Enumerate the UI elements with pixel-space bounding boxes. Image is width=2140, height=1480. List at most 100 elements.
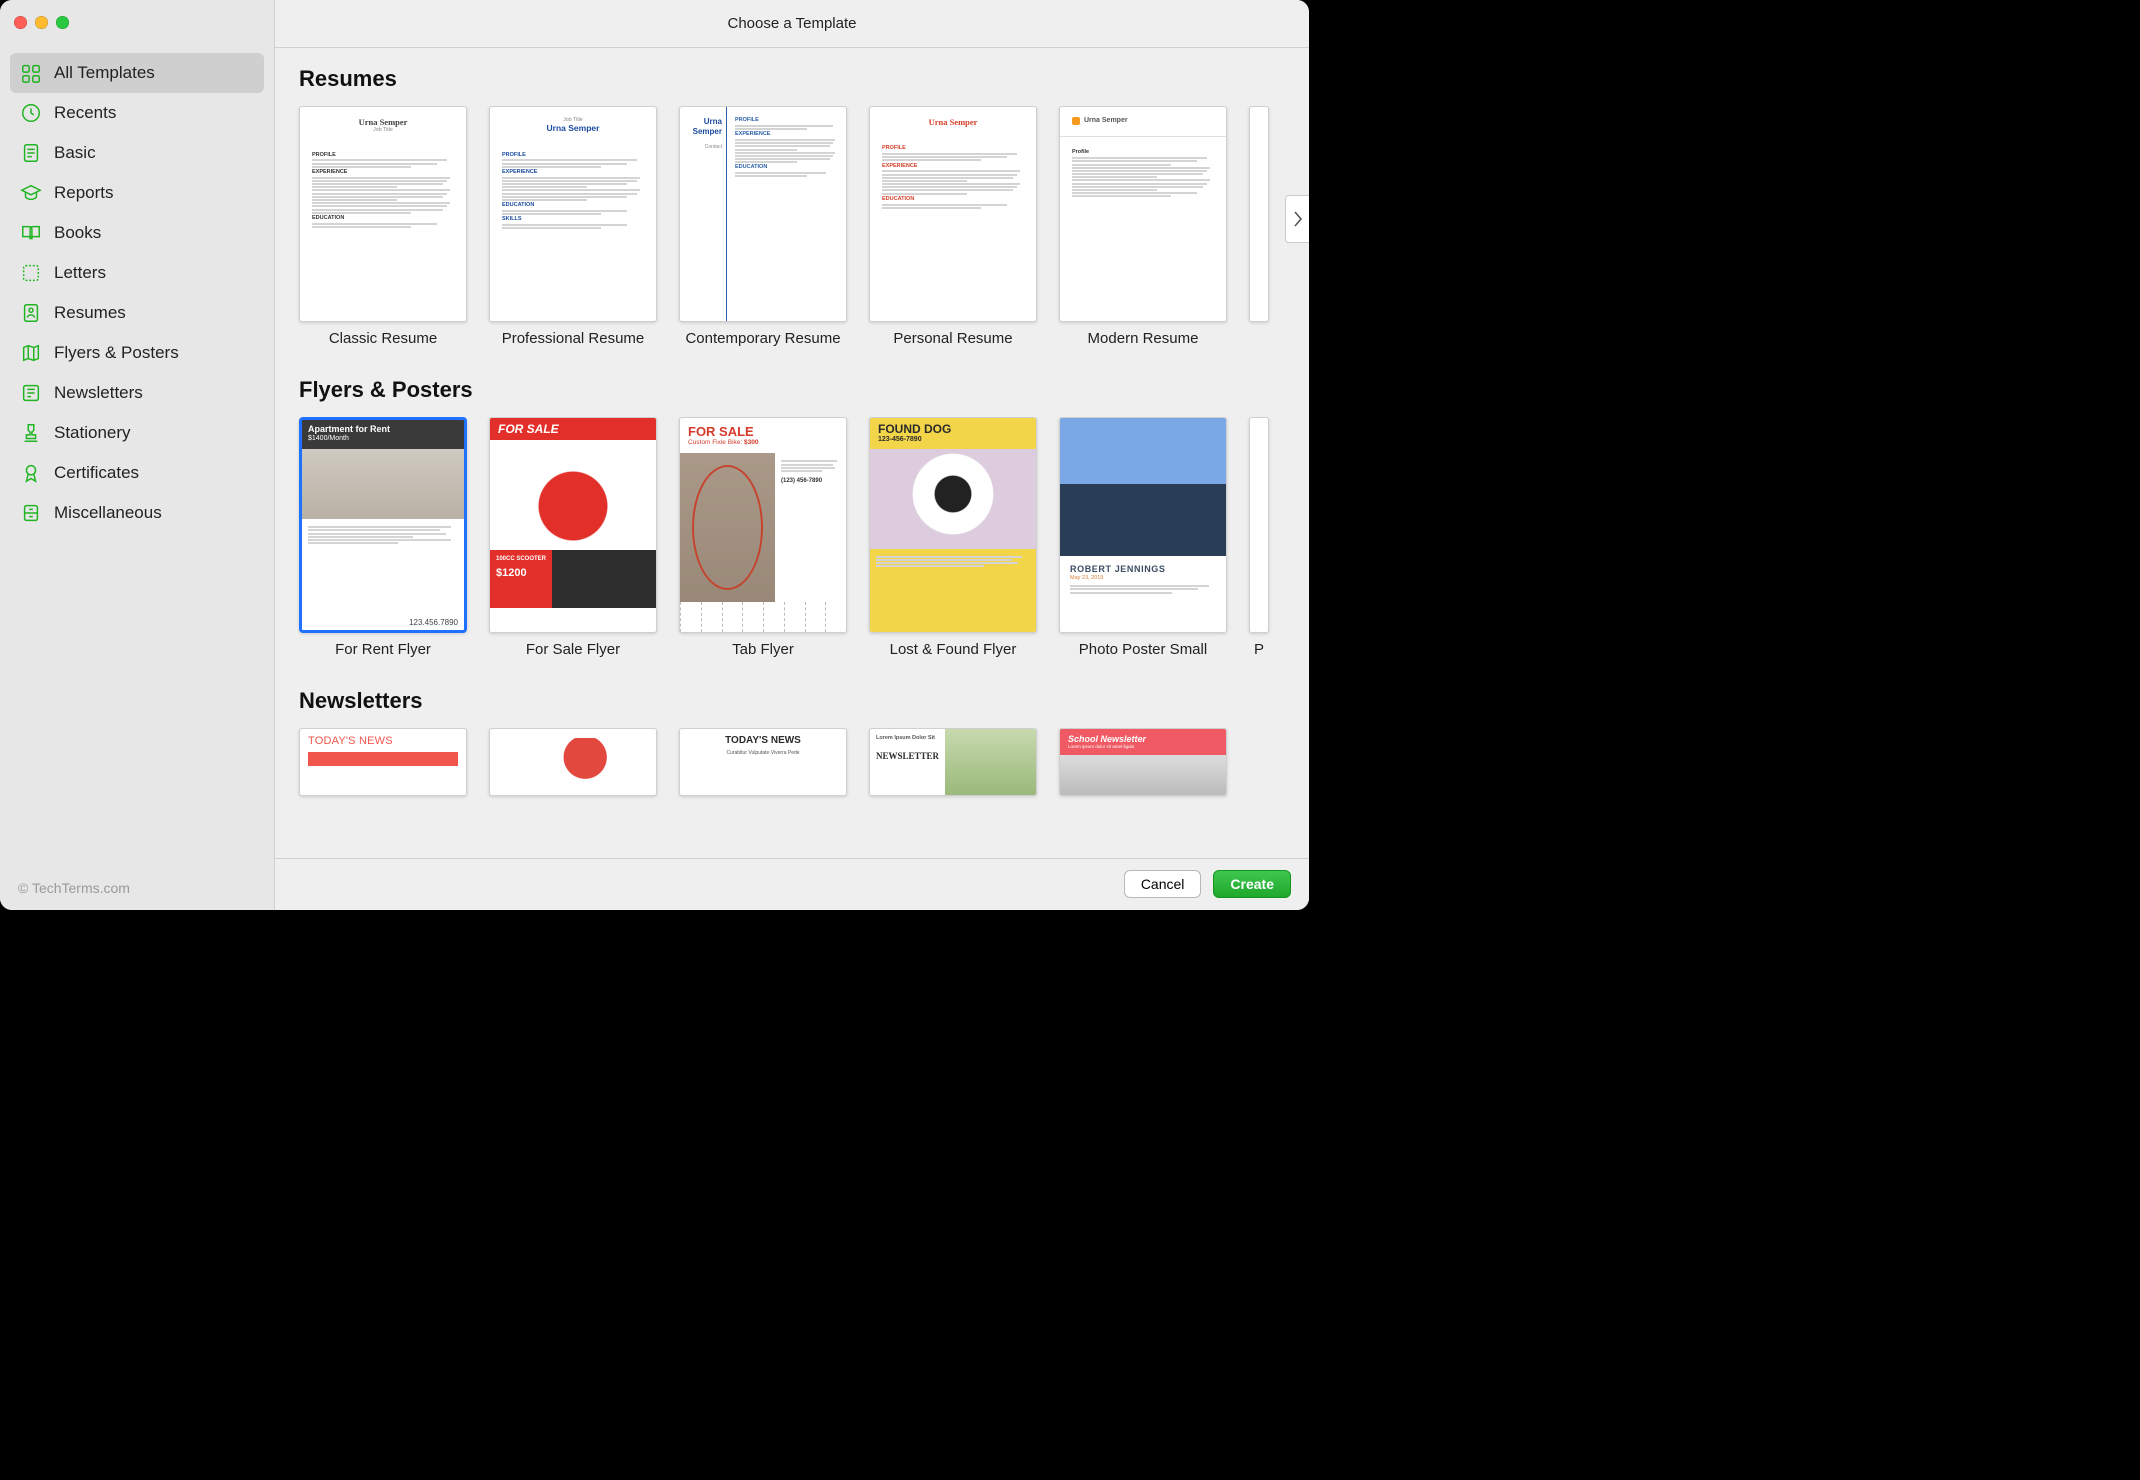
sidebar-item-letters[interactable]: Letters	[10, 253, 264, 293]
flyer-subhead: $1400/Month	[308, 435, 458, 443]
template-card-newsletter-3[interactable]: TODAY'S NEWS Curabitur Vulputate Viverra…	[679, 728, 847, 804]
template-thumb: FOR SALE Custom Fixie Bike: $300 (123) 4…	[679, 417, 847, 633]
newsletter-subhead: Lorem ipsum dolor sit amet ligula	[1068, 744, 1218, 749]
flyer-phone: (123) 456-7890	[781, 478, 840, 485]
sidebar-item-resumes[interactable]: Resumes	[10, 293, 264, 333]
sidebar-item-label: Basic	[54, 143, 96, 163]
sidebar-item-books[interactable]: Books	[10, 213, 264, 253]
flyer-price: $1200	[496, 567, 546, 580]
cabinet-icon	[20, 502, 42, 524]
template-card-newsletter-5[interactable]: School Newsletter Lorem ipsum dolor sit …	[1059, 728, 1227, 804]
map-icon	[20, 342, 42, 364]
template-thumb	[1249, 417, 1269, 633]
sidebar-item-certificates[interactable]: Certificates	[10, 453, 264, 493]
template-card-photo-poster-small[interactable]: ROBERT JENNINGS May 23, 2019 Photo Poste…	[1059, 417, 1227, 660]
template-thumb	[489, 728, 657, 796]
template-caption: Tab Flyer	[679, 641, 847, 660]
template-row-resumes: Urna Semper Job Title PROFILE EXPERIENCE	[275, 106, 1309, 349]
sidebar-item-label: Miscellaneous	[54, 503, 162, 523]
template-thumb: ROBERT JENNINGS May 23, 2019	[1059, 417, 1227, 633]
graduation-cap-icon	[20, 182, 42, 204]
sidebar-item-basic[interactable]: Basic	[10, 133, 264, 173]
sidebar-item-all-templates[interactable]: All Templates	[10, 53, 264, 93]
sidebar-item-stationery[interactable]: Stationery	[10, 413, 264, 453]
template-card-overflow[interactable]	[1249, 106, 1269, 349]
book-open-icon	[20, 222, 42, 244]
sidebar-item-label: Recents	[54, 103, 116, 123]
main-content: Choose a Template Resumes Urna Semper Jo…	[275, 0, 1309, 910]
sidebar-item-label: Resumes	[54, 303, 126, 323]
template-card-lost-found-flyer[interactable]: FOUND DOG 123-456-7890 Lost & Found Flye…	[869, 417, 1037, 660]
template-thumb: Apartment for Rent $1400/Month 123.456.7…	[299, 417, 467, 633]
sidebar-item-label: Books	[54, 223, 101, 243]
template-card-overflow[interactable]: P	[1249, 417, 1269, 660]
template-card-professional-resume[interactable]: Job Title Urna Semper PROFILE EXPERIENCE…	[489, 106, 657, 349]
resume-name: Urna Semper	[1084, 117, 1128, 125]
footer-buttons: Cancel Create	[1124, 858, 1309, 910]
template-caption: Classic Resume	[299, 330, 467, 349]
ribbon-icon	[20, 462, 42, 484]
newspaper-icon	[20, 382, 42, 404]
resume-sub: Job Title	[312, 127, 454, 133]
clock-icon	[20, 102, 42, 124]
template-caption: For Sale Flyer	[489, 641, 657, 660]
minimize-window-button[interactable]	[35, 16, 48, 29]
window-traffic-lights	[0, 10, 274, 53]
stamp-icon	[20, 262, 42, 284]
sidebar-item-label: Stationery	[54, 423, 131, 443]
chevron-right-icon	[1293, 210, 1303, 228]
template-card-tab-flyer[interactable]: FOR SALE Custom Fixie Bike: $300 (123) 4…	[679, 417, 847, 660]
sidebar-item-label: Reports	[54, 183, 114, 203]
template-scroll-area[interactable]: Resumes Urna Semper Job Title PROFILE EX	[275, 48, 1309, 910]
template-card-newsletter-1[interactable]: TODAY'S NEWS	[299, 728, 467, 804]
template-caption: Photo Poster Small	[1059, 641, 1227, 660]
newsletter-subhead: Curabitur Vulputate Viverra Pede	[688, 750, 838, 756]
template-thumb: TODAY'S NEWS	[299, 728, 467, 796]
sidebar-item-recents[interactable]: Recents	[10, 93, 264, 133]
template-chooser-window: All Templates Recents Basic Reports Book…	[0, 0, 1309, 910]
sidebar-item-label: All Templates	[54, 63, 155, 83]
template-thumb: TODAY'S NEWS Curabitur Vulputate Viverra…	[679, 728, 847, 796]
scroll-right-button[interactable]	[1285, 195, 1309, 243]
sidebar: All Templates Recents Basic Reports Book…	[0, 0, 275, 910]
template-card-modern-resume[interactable]: Urna Semper Profile Modern Resu	[1059, 106, 1227, 349]
sidebar-item-label: Certificates	[54, 463, 139, 483]
create-button[interactable]: Create	[1213, 870, 1291, 898]
sidebar-item-reports[interactable]: Reports	[10, 173, 264, 213]
sidebar-item-flyers-posters[interactable]: Flyers & Posters	[10, 333, 264, 373]
flyer-phone: 123-456-7890	[878, 436, 1028, 444]
template-caption: For Rent Flyer	[299, 641, 467, 660]
template-card-classic-resume[interactable]: Urna Semper Job Title PROFILE EXPERIENCE	[299, 106, 467, 349]
template-caption: Professional Resume	[489, 330, 657, 349]
template-thumb	[1249, 106, 1269, 322]
template-card-newsletter-4[interactable]: Lorem Ipsum Dolor Sit NEWSLETTER	[869, 728, 1037, 804]
flyer-headline: Apartment for Rent	[308, 424, 458, 435]
stamp-tool-icon	[20, 422, 42, 444]
flyer-subhead: May 23, 2019	[1070, 575, 1216, 582]
template-card-newsletter-2[interactable]	[489, 728, 657, 804]
template-card-contemporary-resume[interactable]: Urna Semper Contact PROFILE EXPERIENCE E…	[679, 106, 847, 349]
template-card-personal-resume[interactable]: Urna Semper PROFILE EXPERIENCE EDUCATION…	[869, 106, 1037, 349]
sidebar-item-miscellaneous[interactable]: Miscellaneous	[10, 493, 264, 533]
template-thumb: FOR SALE 100CC SCOOTER $1200	[489, 417, 657, 633]
newsletter-headline: NEWSLETTER	[876, 751, 939, 762]
section-flyers-posters: Flyers & Posters Apartment for Rent $140…	[275, 365, 1309, 676]
resume-name: Urna Semper	[684, 117, 722, 136]
person-card-icon	[20, 302, 42, 324]
watermark-text: © TechTerms.com	[18, 880, 130, 896]
sidebar-item-label: Newsletters	[54, 383, 143, 403]
template-card-for-rent-flyer[interactable]: Apartment for Rent $1400/Month 123.456.7…	[299, 417, 467, 660]
window-title: Choose a Template	[275, 0, 1309, 48]
template-caption: Contemporary Resume	[679, 330, 847, 349]
cancel-button[interactable]: Cancel	[1124, 870, 1202, 898]
template-thumb: Urna Semper Job Title PROFILE EXPERIENCE	[299, 106, 467, 322]
template-thumb: Lorem Ipsum Dolor Sit NEWSLETTER	[869, 728, 1037, 796]
flyer-headline: FOR SALE	[490, 418, 656, 440]
zoom-window-button[interactable]	[56, 16, 69, 29]
sidebar-item-newsletters[interactable]: Newsletters	[10, 373, 264, 413]
template-thumb: FOUND DOG 123-456-7890	[869, 417, 1037, 633]
template-card-for-sale-flyer[interactable]: FOR SALE 100CC SCOOTER $1200 For Sale Fl…	[489, 417, 657, 660]
close-window-button[interactable]	[14, 16, 27, 29]
template-thumb: Job Title Urna Semper PROFILE EXPERIENCE…	[489, 106, 657, 322]
template-row-flyers: Apartment for Rent $1400/Month 123.456.7…	[275, 417, 1309, 660]
